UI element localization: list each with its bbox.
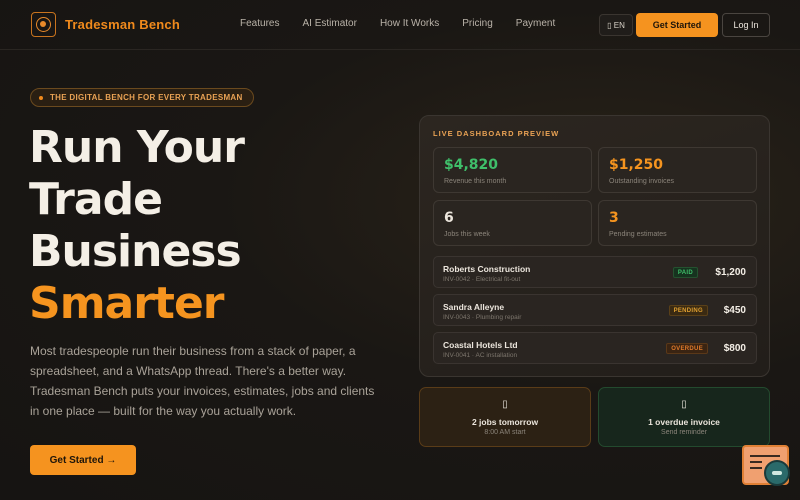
get-started-hero-button[interactable]: Get Started → <box>30 445 136 475</box>
status-badge-pending: PENDING <box>668 305 708 316</box>
stat-label: Pending estimates <box>609 231 667 238</box>
logo-icon <box>31 12 56 37</box>
stat-value: $1,250 <box>609 157 664 173</box>
hero-title-accent: Smarter <box>29 278 225 329</box>
bell-icon: ▯ <box>681 399 687 410</box>
nav-link-pricing[interactable]: Pricing <box>462 18 493 29</box>
invoice-client: Roberts Construction <box>443 264 531 274</box>
invoice-row[interactable]: Roberts Construction INV-0042 · Electric… <box>433 256 757 288</box>
chat-assistant-button[interactable] <box>742 445 790 486</box>
invoice-amount: $450 <box>723 305 746 316</box>
stat-card-estimates: 3 Pending estimates <box>598 200 757 246</box>
hero-title-line: Business <box>29 226 242 277</box>
menu-line <box>750 467 762 469</box>
status-badge-overdue: OVERDUE <box>666 343 708 354</box>
stat-label: Revenue this month <box>444 178 507 185</box>
nav-link-features[interactable]: Features <box>240 18 279 29</box>
stat-card-jobs: 6 Jobs this week <box>433 200 592 246</box>
notification-title: 1 overdue invoice <box>648 417 720 427</box>
status-badge-paid: PAID <box>672 267 698 278</box>
stat-value: 3 <box>609 210 619 226</box>
brand-name: Tradesman Bench <box>65 17 180 32</box>
stat-label: Jobs this week <box>444 231 490 238</box>
invoice-detail: INV-0043 · Plumbing repair <box>443 314 522 321</box>
notification-subtitle: 8:00 AM start <box>484 429 526 436</box>
globe-icon: ▯ <box>607 20 612 30</box>
notification-title: 2 jobs tomorrow <box>471 417 539 427</box>
stat-value: 6 <box>444 210 454 226</box>
calendar-icon: ▯ <box>502 399 508 410</box>
stat-label: Outstanding invoices <box>609 178 674 185</box>
hero-badge: THE DIGITAL BENCH FOR EVERY TRADESMAN <box>30 88 254 107</box>
dot-icon <box>39 95 43 100</box>
hero-badge-text: THE DIGITAL BENCH FOR EVERY TRADESMAN <box>50 93 243 102</box>
invoice-row[interactable]: Sandra Alleyne INV-0043 · Plumbing repai… <box>433 294 757 326</box>
hero-title: Run Your Trade Business Smarter <box>29 122 409 330</box>
invoice-client: Coastal Hotels Ltd <box>443 340 518 350</box>
hero-title-line: Run Your <box>29 122 245 173</box>
nav-links: Features AI Estimator How It Works Prici… <box>240 18 578 29</box>
notification-card-jobs[interactable]: ▯ 2 jobs tomorrow 8:00 AM start <box>419 387 591 447</box>
dashboard-preview: LIVE DASHBOARD PREVIEW $4,820 Revenue th… <box>419 115 770 377</box>
invoice-client: Sandra Alleyne <box>443 302 505 312</box>
nav-link-ai-estimator[interactable]: AI Estimator <box>302 18 356 29</box>
stat-value: $4,820 <box>444 157 499 173</box>
get-started-nav-button[interactable]: Get Started <box>636 13 718 37</box>
language-label: EN <box>613 20 625 30</box>
notification-subtitle: Send reminder <box>661 429 707 436</box>
assistant-avatar-icon <box>764 460 790 486</box>
brand[interactable]: Tradesman Bench <box>31 12 180 37</box>
notification-card-overdue[interactable]: ▯ 1 overdue invoice Send reminder <box>598 387 770 447</box>
invoice-amount: $800 <box>723 343 746 354</box>
hero-title-line: Trade <box>29 174 163 225</box>
stat-card-revenue: $4,820 Revenue this month <box>433 147 592 193</box>
language-button[interactable]: ▯ EN <box>599 14 633 36</box>
invoice-amount: $1,200 <box>715 267 746 278</box>
login-button[interactable]: Log In <box>722 13 770 37</box>
menu-lines-icon <box>750 455 780 457</box>
invoice-detail: INV-0042 · Electrical fit-out <box>443 276 521 283</box>
nav-link-how-it-works[interactable]: How It Works <box>380 18 439 29</box>
hero-description: Most tradespeople run their business fro… <box>30 344 375 418</box>
invoice-row[interactable]: Coastal Hotels Ltd INV-0041 · AC install… <box>433 332 757 364</box>
nav-link-payment[interactable]: Payment <box>516 18 555 29</box>
menu-line <box>750 461 762 463</box>
invoice-detail: INV-0041 · AC installation <box>443 352 518 359</box>
stat-card-outstanding: $1,250 Outstanding invoices <box>598 147 757 193</box>
dashboard-label: LIVE DASHBOARD PREVIEW <box>433 129 560 138</box>
top-nav: Tradesman Bench Features AI Estimator Ho… <box>0 0 800 50</box>
